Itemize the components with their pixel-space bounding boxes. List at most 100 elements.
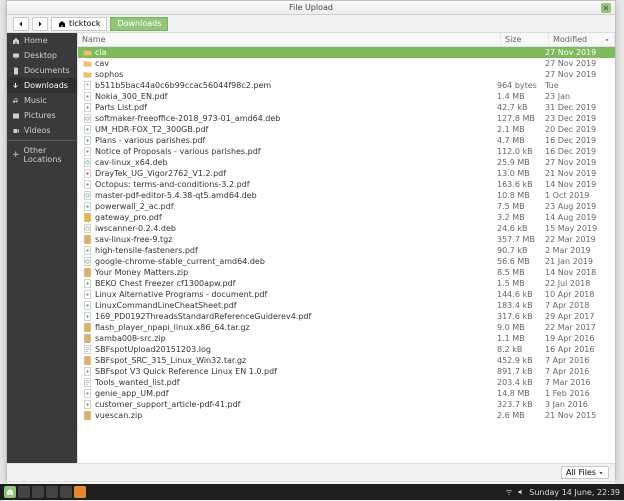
archive-icon	[82, 235, 92, 245]
file-row[interactable]: Tools_wanted_list.pdf203.4 kB7 Mar 2016	[78, 377, 615, 388]
file-row[interactable]: genie_app_UM.pdf14.8 MB1 Feb 2016	[78, 388, 615, 399]
nav-back-button[interactable]	[13, 17, 29, 31]
wifi-icon[interactable]	[505, 488, 513, 496]
file-row[interactable]: sav-linux-free-9.tgz357.7 MB22 Mar 2019	[78, 234, 615, 245]
breadcrumb-current[interactable]: Downloads	[110, 17, 168, 31]
file-size: 1.5 MB	[497, 279, 545, 288]
file-row[interactable]: master-pdf-editor-5.4.38-qt5.amd64.deb10…	[78, 190, 615, 201]
taskbar-app-button[interactable]	[46, 486, 58, 498]
file-row[interactable]: vuescan.zip2.6 MB21 Nov 2015	[78, 410, 615, 421]
file-row[interactable]: sophos27 Nov 2019	[78, 69, 615, 80]
file-size: 452.9 kB	[497, 356, 545, 365]
sidebar-item-videos[interactable]: Videos	[7, 123, 77, 138]
sidebar-item-downloads[interactable]: Downloads	[7, 78, 77, 93]
file-name: Your Money Matters.zip	[95, 268, 497, 277]
pdf-green-icon	[82, 103, 92, 113]
file-filter-dropdown[interactable]: All Files	[561, 466, 609, 479]
file-modified: 19 Apr 2016	[545, 334, 611, 343]
file-modified: 2 Mar 2019	[545, 246, 611, 255]
file-name: gateway_pro.pdf	[95, 213, 497, 222]
file-row[interactable]: gateway_pro.pdf3.2 MB14 Aug 2019	[78, 212, 615, 223]
sidebar-item-music[interactable]: Music	[7, 93, 77, 108]
pdf-green-icon	[82, 312, 92, 322]
pdf-red-icon	[82, 169, 92, 179]
file-row[interactable]: BEKO Chest Freezer cf1300apw.pdf1.5 MB22…	[78, 278, 615, 289]
file-row[interactable]: Parts List.pdf42.7 kB31 Dec 2019	[78, 102, 615, 113]
sidebar-item-home[interactable]: Home	[7, 33, 77, 48]
file-row[interactable]: high-tensile-fasteners.pdf90.7 kB2 Mar 2…	[78, 245, 615, 256]
taskbar-app-button[interactable]	[32, 486, 44, 498]
file-size: 14.8 MB	[497, 389, 545, 398]
file-row[interactable]: google-chrome-stable_current_amd64.deb56…	[78, 256, 615, 267]
archive-icon	[82, 268, 92, 278]
deb-icon	[82, 158, 92, 168]
file-row[interactable]: powerwall_2_ac.pdf7.5 MB23 Aug 2019	[78, 201, 615, 212]
sidebar-other-locations[interactable]: +Other Locations	[7, 143, 77, 167]
file-row[interactable]: LinuxCommandLineCheatSheet.pdf183.4 kB7 …	[78, 300, 615, 311]
col-name-header[interactable]: Name	[78, 33, 501, 46]
file-row[interactable]: cla27 Nov 2019	[78, 47, 615, 58]
file-modified: 7 Mar 2016	[545, 378, 611, 387]
file-row[interactable]: DrayTek_UG_Vigor2762_V1.2.pdf13.0 MB21 N…	[78, 168, 615, 179]
file-modified: 27 Nov 2019	[545, 70, 611, 79]
file-row[interactable]: Your Money Matters.zip8.5 MB14 Nov 2018	[78, 267, 615, 278]
file-row[interactable]: Notice of Proposals - various parishes.p…	[78, 146, 615, 157]
window-close-button[interactable]	[601, 3, 611, 13]
archive-icon	[82, 356, 92, 366]
file-row[interactable]: Nokia_300_EN.pdf1.4 MB23 Jan	[78, 91, 615, 102]
file-modified: 29 Apr 2017	[545, 312, 611, 321]
file-modified: 14 Nov 2018	[545, 268, 611, 277]
pdf-green-icon	[82, 301, 92, 311]
home-icon	[58, 20, 66, 28]
file-row[interactable]: customer_support_article-pdf-41.pdf323.7…	[78, 399, 615, 410]
col-modified-header[interactable]: Modified	[549, 33, 615, 46]
file-size: 2.1 MB	[497, 125, 545, 134]
file-row[interactable]: cav27 Nov 2019	[78, 58, 615, 69]
file-modified: 22 Mar 2017	[545, 323, 611, 332]
sidebar-item-pictures[interactable]: Pictures	[7, 108, 77, 123]
file-row[interactable]: SBFspotUpload20151203.log8.2 kB16 Apr 20…	[78, 344, 615, 355]
archive-icon	[82, 334, 92, 344]
file-name: Parts List.pdf	[95, 103, 497, 112]
sidebar-item-desktop[interactable]: Desktop	[7, 48, 77, 63]
file-size: 1.1 MB	[497, 334, 545, 343]
file-modified: 1 Feb 2016	[545, 389, 611, 398]
file-name: genie_app_UM.pdf	[95, 389, 497, 398]
taskbar-app-button[interactable]	[60, 486, 72, 498]
sidebar-item-documents[interactable]: Documents	[7, 63, 77, 78]
pdf-green-icon	[82, 92, 92, 102]
file-size: 144.6 kB	[497, 290, 545, 299]
file-row[interactable]: 169_PD0192ThreadsStandardReferenceGuider…	[78, 311, 615, 322]
start-menu-button[interactable]	[4, 486, 16, 498]
file-row[interactable]: SBFspot V3 Quick Reference Linux EN 1.0.…	[78, 366, 615, 377]
taskbar-app-button[interactable]	[18, 486, 30, 498]
file-name: BEKO Chest Freezer cf1300apw.pdf	[95, 279, 497, 288]
file-row[interactable]: samba008-src.zip1.1 MB19 Apr 2016	[78, 333, 615, 344]
file-row[interactable]: Linux Alternative Programs - document.pd…	[78, 289, 615, 300]
col-size-header[interactable]: Size	[501, 33, 549, 46]
nav-forward-button[interactable]	[32, 17, 48, 31]
taskbar-clock[interactable]: Sunday 14 June, 22:39	[529, 488, 620, 497]
file-row[interactable]: flash_player_npapi_linux.x86_64.tar.gz9.…	[78, 322, 615, 333]
pdf-green-icon	[82, 389, 92, 399]
breadcrumb-label: Downloads	[117, 17, 161, 31]
file-row[interactable]: Octopus: terms-and-conditions-3.2.pdf163…	[78, 179, 615, 190]
breadcrumb-home[interactable]: ticktock	[51, 17, 107, 31]
file-name: cla	[95, 48, 497, 57]
file-modified: 20 Dec 2019	[545, 125, 611, 134]
file-size: 127.8 MB	[497, 114, 545, 123]
file-row[interactable]: SBFspot_SRC_315_Linux_Win32.tar.gz452.9 …	[78, 355, 615, 366]
taskbar-app-button[interactable]	[74, 486, 86, 498]
deb-icon	[82, 257, 92, 267]
volume-icon[interactable]	[517, 488, 525, 496]
file-row[interactable]: softmaker-freeoffice-2018_973-01_amd64.d…	[78, 113, 615, 124]
file-modified: 21 Jan 2019	[545, 257, 611, 266]
file-row[interactable]: cav-linux_x64.deb25.9 MB27 Nov 2019	[78, 157, 615, 168]
file-modified: 16 Apr 2016	[545, 345, 611, 354]
file-row[interactable]: UM_HDR-FOX_T2_300GB.pdf2.1 MB20 Dec 2019	[78, 124, 615, 135]
pdf-green-icon	[82, 136, 92, 146]
file-row[interactable]: Plans - various parishes.pdf4.7 MB16 Dec…	[78, 135, 615, 146]
file-row[interactable]: iwscanner-0.2.4.deb24.6 kB15 May 2019	[78, 223, 615, 234]
file-row[interactable]: b511b5bac44a0c6b99ccac56044f98c2.pem964 …	[78, 80, 615, 91]
file-modified: 16 Dec 2019	[545, 136, 611, 145]
